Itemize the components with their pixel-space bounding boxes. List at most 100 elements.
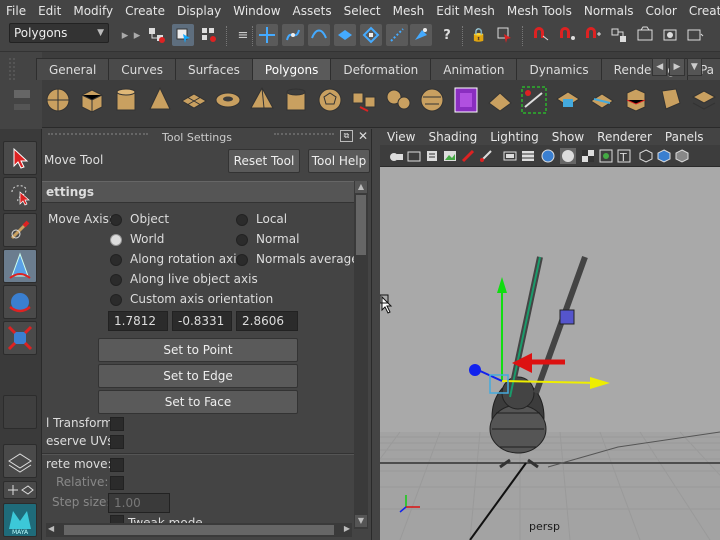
collapse-arrow-icon[interactable]: ▸ — [126, 24, 148, 46]
render-icon[interactable] — [634, 24, 656, 46]
scroll-left-icon[interactable]: ◀ — [48, 524, 54, 533]
lock-icon[interactable]: 🔒 — [468, 24, 490, 46]
smooth-icon[interactable] — [416, 82, 448, 118]
discrete-move-checkbox[interactable] — [110, 458, 124, 472]
set-to-point-button[interactable]: Set to Point — [98, 338, 298, 362]
3d-scene[interactable]: persp — [319, 167, 720, 540]
menu-set-dropdown[interactable]: Polygons ▼ — [9, 23, 109, 43]
film-gate2-icon[interactable] — [502, 148, 518, 164]
snap-curve-icon[interactable] — [282, 24, 304, 46]
poly-cone-icon[interactable] — [144, 82, 176, 118]
lasso-tool-icon[interactable] — [3, 177, 37, 211]
combine-icon[interactable] — [348, 82, 380, 118]
bevel-icon[interactable] — [654, 82, 686, 118]
set-to-edge-button[interactable]: Set to Edge — [98, 364, 298, 388]
menu-create[interactable]: Create — [119, 4, 171, 18]
radio-along-rotation-axis[interactable] — [110, 254, 122, 266]
move-tool-icon[interactable] — [3, 249, 37, 283]
radio-normal[interactable] — [236, 234, 248, 246]
relative-checkbox[interactable] — [110, 476, 124, 490]
viewport-menu-panels[interactable]: Panels — [658, 130, 710, 144]
menu-mesh-tools[interactable]: Mesh Tools — [501, 4, 578, 18]
drag-handle[interactable] — [48, 133, 148, 139]
lights-icon[interactable] — [598, 148, 614, 164]
scroll-thumb[interactable] — [64, 525, 334, 535]
menu-color[interactable]: Color — [640, 4, 683, 18]
radio-custom-axis-orientation[interactable] — [110, 294, 122, 306]
snap-grid-icon[interactable] — [256, 24, 278, 46]
scroll-right-icon[interactable]: ▶ — [344, 524, 350, 533]
last-tool-slot[interactable] — [3, 395, 37, 429]
snap-plane-icon[interactable] — [334, 24, 356, 46]
menu-normals[interactable]: Normals — [578, 4, 640, 18]
snap-point-icon[interactable] — [308, 24, 330, 46]
menu-select[interactable]: Select — [338, 4, 387, 18]
select-hierarchy-icon[interactable] — [146, 24, 168, 46]
soft-select-icon[interactable] — [582, 24, 604, 46]
menu-assets[interactable]: Assets — [287, 4, 338, 18]
set-to-face-button[interactable]: Set to Face — [98, 390, 298, 414]
history-icon[interactable] — [410, 24, 432, 46]
poly-sphere-icon[interactable] — [42, 82, 74, 118]
section-header[interactable]: ettings — [42, 181, 354, 203]
construction-icon[interactable] — [608, 24, 630, 46]
layout-single-icon[interactable] — [3, 444, 37, 478]
camera-icon[interactable] — [388, 148, 404, 164]
uv-editor-icon[interactable] — [688, 82, 720, 118]
radio-local[interactable] — [236, 214, 248, 226]
bookmark-icon[interactable] — [424, 148, 440, 164]
poly-pyramid-icon[interactable] — [246, 82, 278, 118]
select-component-icon[interactable] — [198, 24, 220, 46]
image-plane-icon[interactable] — [442, 148, 458, 164]
wireframe-icon[interactable] — [540, 148, 556, 164]
tool-help-button[interactable]: Tool Help — [308, 149, 370, 173]
axis-y-field[interactable]: -0.8331 — [172, 311, 232, 331]
radio-along-live-object-axis[interactable] — [110, 274, 122, 286]
scroll-thumb[interactable] — [356, 195, 366, 255]
separate-icon[interactable] — [382, 82, 414, 118]
boolean-icon[interactable] — [484, 82, 516, 118]
select-lock-icon[interactable] — [494, 24, 516, 46]
symmetry-icon[interactable] — [556, 24, 578, 46]
extrude-icon[interactable] — [518, 82, 550, 118]
select-object-icon[interactable] — [172, 24, 194, 46]
menu-window[interactable]: Window — [227, 4, 286, 18]
snap-view-icon[interactable] — [360, 24, 382, 46]
scroll-down-icon[interactable]: ▼ — [355, 515, 367, 527]
shelf-next-icon[interactable]: ▶ — [669, 58, 685, 76]
shelf-tab-general[interactable]: General — [36, 58, 110, 80]
scale-tool-icon[interactable] — [3, 321, 37, 355]
viewport-menu-show[interactable]: Show — [545, 130, 590, 144]
rotate-tool-icon[interactable] — [3, 285, 37, 319]
mirror-icon[interactable] — [450, 82, 482, 118]
layout-quad-icon[interactable] — [3, 481, 37, 499]
select-tool-icon[interactable] — [3, 141, 37, 175]
shelf-prev-icon[interactable]: ◀ — [652, 58, 668, 76]
smooth-shade-icon[interactable] — [560, 148, 576, 164]
horizontal-scrollbar[interactable]: ◀ ▶ — [46, 523, 352, 537]
vertical-scrollbar[interactable]: ▲ ▼ — [354, 181, 368, 529]
shelf-tab-dynamics[interactable]: Dynamics — [516, 58, 602, 80]
magnet-icon[interactable] — [530, 24, 552, 46]
render-settings-icon[interactable] — [684, 24, 706, 46]
poly-pipe-icon[interactable] — [280, 82, 312, 118]
axis-x-field[interactable]: 1.7812 — [108, 311, 168, 331]
shadows-icon[interactable]: T — [616, 148, 632, 164]
step-size-field[interactable]: 1.00 — [108, 493, 170, 513]
poly-cylinder-icon[interactable] — [110, 82, 142, 118]
poly-soccer-icon[interactable] — [314, 82, 346, 118]
menu-edit-mesh[interactable]: Edit Mesh — [430, 4, 501, 18]
shelf-tab-curves[interactable]: Curves — [108, 58, 176, 80]
camera-attr-icon[interactable] — [406, 148, 422, 164]
viewport-menu-view[interactable]: View — [380, 130, 421, 144]
paint-select-tool-icon[interactable] — [3, 213, 37, 247]
xray-joints-icon[interactable] — [674, 148, 690, 164]
ipr-icon[interactable] — [660, 24, 682, 46]
radio-normals-average[interactable] — [236, 254, 248, 266]
close-icon[interactable]: ✕ — [356, 129, 370, 143]
scroll-up-icon[interactable]: ▲ — [355, 181, 367, 193]
menu-edit[interactable]: Edit — [32, 4, 67, 18]
menu-create-uvs[interactable]: Create UVs — [683, 4, 720, 18]
poly-plane-icon[interactable] — [178, 82, 210, 118]
reset-tool-button[interactable]: Reset Tool — [228, 149, 300, 173]
